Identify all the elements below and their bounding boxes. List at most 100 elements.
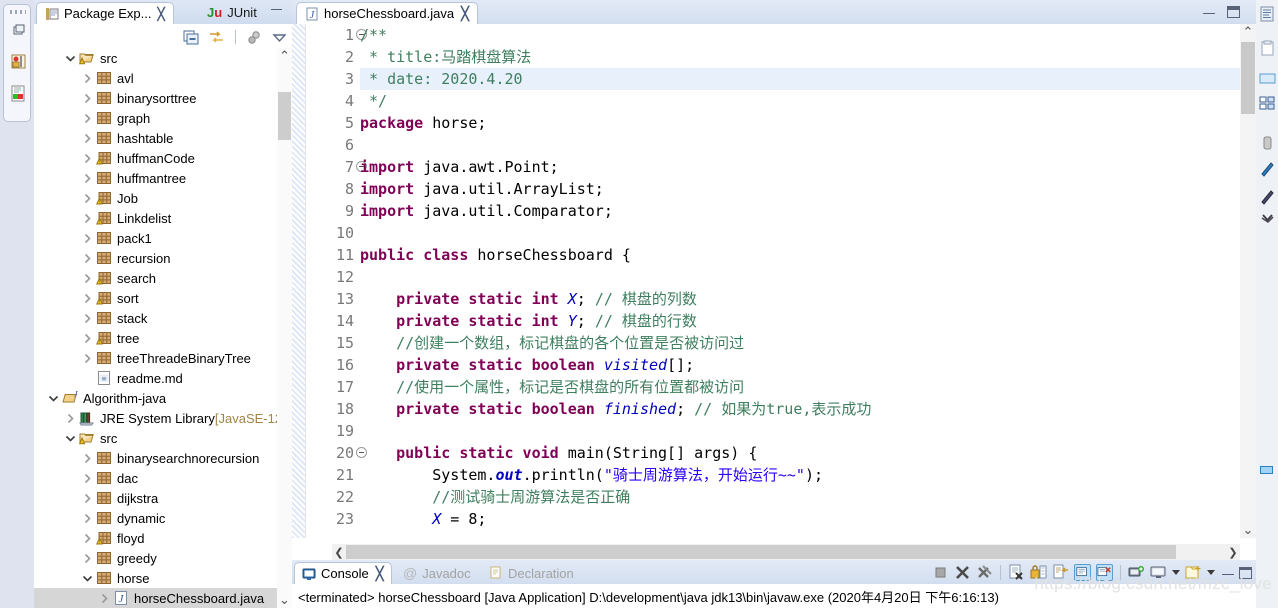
chevron-down-icon[interactable] bbox=[48, 393, 59, 404]
debug-perspective-icon[interactable] bbox=[10, 53, 27, 70]
chevron-right-icon[interactable] bbox=[82, 453, 93, 464]
pin-console-button[interactable] bbox=[1074, 564, 1091, 581]
scroll-left-icon[interactable]: ❮ bbox=[332, 544, 346, 560]
chevron-right-icon[interactable] bbox=[82, 133, 93, 144]
display-selected-console-button[interactable] bbox=[1128, 564, 1145, 581]
tab-junit[interactable]: Ju JUnit bbox=[199, 1, 265, 24]
code-line[interactable]: */ bbox=[360, 90, 1240, 112]
chevron-right-icon[interactable] bbox=[82, 493, 93, 504]
chevron-right-icon[interactable] bbox=[82, 333, 93, 344]
tab-declaration[interactable]: Declaration bbox=[482, 562, 581, 584]
link-with-editor-icon[interactable] bbox=[208, 29, 225, 46]
search-pen-icon[interactable] bbox=[1259, 160, 1276, 177]
tree-item-search[interactable]: ! search bbox=[34, 268, 277, 288]
scroll-lock-button[interactable] bbox=[1030, 564, 1047, 581]
tree-item-huffmantree[interactable]: huffmantree bbox=[34, 168, 277, 188]
chevron-right-icon[interactable] bbox=[82, 313, 93, 324]
close-icon[interactable]: ╳ bbox=[157, 7, 164, 21]
collapse-all-icon[interactable] bbox=[183, 29, 200, 46]
restore-view-icon[interactable] bbox=[10, 21, 27, 38]
chevron-right-icon[interactable] bbox=[82, 473, 93, 484]
chevron-right-icon[interactable] bbox=[99, 593, 110, 604]
new-console-dropdown-icon[interactable] bbox=[1207, 570, 1215, 575]
chevron-right-icon[interactable] bbox=[65, 413, 76, 424]
outline-view-icon[interactable] bbox=[1259, 6, 1276, 23]
chevron-right-icon[interactable] bbox=[82, 173, 93, 184]
remove-launch-button[interactable] bbox=[954, 564, 971, 581]
tree-item-pack1[interactable]: pack1 bbox=[34, 228, 277, 248]
code-line[interactable]: * title:马踏棋盘算法 bbox=[360, 46, 1240, 68]
properties-view-icon[interactable] bbox=[1259, 70, 1276, 87]
tree-item-stack[interactable]: stack bbox=[34, 308, 277, 328]
chevron-right-icon[interactable] bbox=[82, 73, 93, 84]
chevron-right-icon[interactable] bbox=[82, 253, 93, 264]
tree-item-sort[interactable]: ! sort bbox=[34, 288, 277, 308]
chevron-right-icon[interactable] bbox=[82, 553, 93, 564]
scroll-down-icon[interactable]: ⌄ bbox=[277, 592, 292, 608]
tab-javadoc[interactable]: @ Javadoc bbox=[396, 562, 478, 584]
tree-item-jre-system-library[interactable]: JRE System Library [JavaSE-12 bbox=[34, 408, 277, 428]
drag-handle-dots[interactable] bbox=[10, 10, 26, 14]
maximize-console-button[interactable] bbox=[1239, 566, 1252, 579]
tree-item-dac[interactable]: dac bbox=[34, 468, 277, 488]
tree-item-readme-md[interactable]: w readme.md bbox=[34, 368, 277, 388]
tree-item-dynamic[interactable]: dynamic bbox=[34, 508, 277, 528]
code-line[interactable]: package horse; bbox=[360, 112, 1240, 134]
minimize-editor-button[interactable] bbox=[1203, 10, 1215, 14]
remove-all-terminated-button[interactable] bbox=[976, 564, 993, 581]
code-line[interactable]: public class horseChessboard { bbox=[360, 244, 1240, 266]
tab-horsechessboard-java[interactable]: J horseChessboard.java ╳ bbox=[296, 2, 478, 24]
tab-package-explorer[interactable]: Package Exp... ╳ bbox=[36, 2, 174, 24]
chevron-right-icon[interactable] bbox=[82, 113, 93, 124]
scrollbar-thumb[interactable] bbox=[1241, 42, 1255, 114]
code-line[interactable] bbox=[360, 420, 1240, 442]
tree-item-avl[interactable]: avl bbox=[34, 68, 277, 88]
tree-item-recursion[interactable]: recursion bbox=[34, 248, 277, 268]
open-console-button[interactable] bbox=[1150, 564, 1167, 581]
code-line[interactable]: //使用一个属性，标记是否棋盘的所有位置都被访问 bbox=[360, 376, 1240, 398]
console-view-icon[interactable] bbox=[10, 85, 27, 102]
task-list-icon[interactable] bbox=[1259, 40, 1276, 57]
maximize-editor-button[interactable] bbox=[1227, 6, 1240, 18]
tree-item-floyd[interactable]: ! floyd bbox=[34, 528, 277, 548]
new-console-view-button[interactable] bbox=[1185, 564, 1202, 581]
code-line[interactable]: import java.util.Comparator; bbox=[360, 200, 1240, 222]
scroll-up-icon[interactable]: ⌃ bbox=[1240, 24, 1256, 40]
tree-item-job[interactable]: ! Job bbox=[34, 188, 277, 208]
editor-vertical-scrollbar[interactable]: ⌃ ⌄ bbox=[1240, 24, 1256, 538]
folding-ruler[interactable] bbox=[292, 24, 306, 538]
chevron-right-icon[interactable] bbox=[82, 213, 93, 224]
tree-item-horse[interactable]: horse bbox=[34, 568, 277, 588]
code-line[interactable]: * date: 2020.4.20 bbox=[360, 68, 1240, 90]
tree-item-tree[interactable]: ! tree bbox=[34, 328, 277, 348]
view-menu-icon[interactable] bbox=[271, 29, 288, 46]
chevron-right-icon[interactable] bbox=[82, 293, 93, 304]
source-code-area[interactable]: /** * title:马踏棋盘算法 * date: 2020.4.20 */ p… bbox=[360, 24, 1240, 538]
tree-item-algorithm-java[interactable]: J Algorithm-java bbox=[34, 388, 277, 408]
scrollbar-thumb[interactable] bbox=[346, 545, 1176, 559]
code-line[interactable]: private static boolean visited[]; bbox=[360, 354, 1240, 376]
terminate-button[interactable] bbox=[932, 564, 949, 581]
scrollbar-thumb[interactable] bbox=[278, 92, 291, 140]
chevron-right-icon[interactable] bbox=[82, 273, 93, 284]
chevron-down-icon[interactable] bbox=[1259, 208, 1276, 225]
servers-icon[interactable] bbox=[1259, 95, 1276, 112]
chevron-down-icon[interactable] bbox=[65, 433, 76, 444]
close-icon[interactable]: ╳ bbox=[461, 6, 469, 22]
package-explorer-scrollbar[interactable]: ⌃ ⌄ bbox=[277, 48, 292, 608]
word-wrap-button[interactable] bbox=[1052, 564, 1069, 581]
minimize-view-button[interactable] bbox=[271, 6, 284, 17]
editor-horizontal-scrollbar[interactable]: ❮ ❯ bbox=[332, 544, 1240, 560]
tree-item-graph[interactable]: graph bbox=[34, 108, 277, 128]
tab-console[interactable]: Console ╳ bbox=[294, 562, 392, 584]
code-line[interactable]: private static int Y; // 棋盘的行数 bbox=[360, 310, 1240, 332]
code-line[interactable]: import java.awt.Point; bbox=[360, 156, 1240, 178]
tree-item-binarysorttree[interactable]: binarysorttree bbox=[34, 88, 277, 108]
close-icon[interactable]: ╳ bbox=[376, 566, 384, 582]
chevron-right-icon[interactable] bbox=[82, 533, 93, 544]
code-line[interactable]: /** bbox=[360, 24, 1240, 46]
code-line[interactable]: public static void main(String[] args) { bbox=[360, 442, 1240, 464]
chevron-right-icon[interactable] bbox=[82, 153, 93, 164]
overview-ruler-marker[interactable] bbox=[1260, 466, 1273, 474]
chevron-right-icon[interactable] bbox=[82, 513, 93, 524]
